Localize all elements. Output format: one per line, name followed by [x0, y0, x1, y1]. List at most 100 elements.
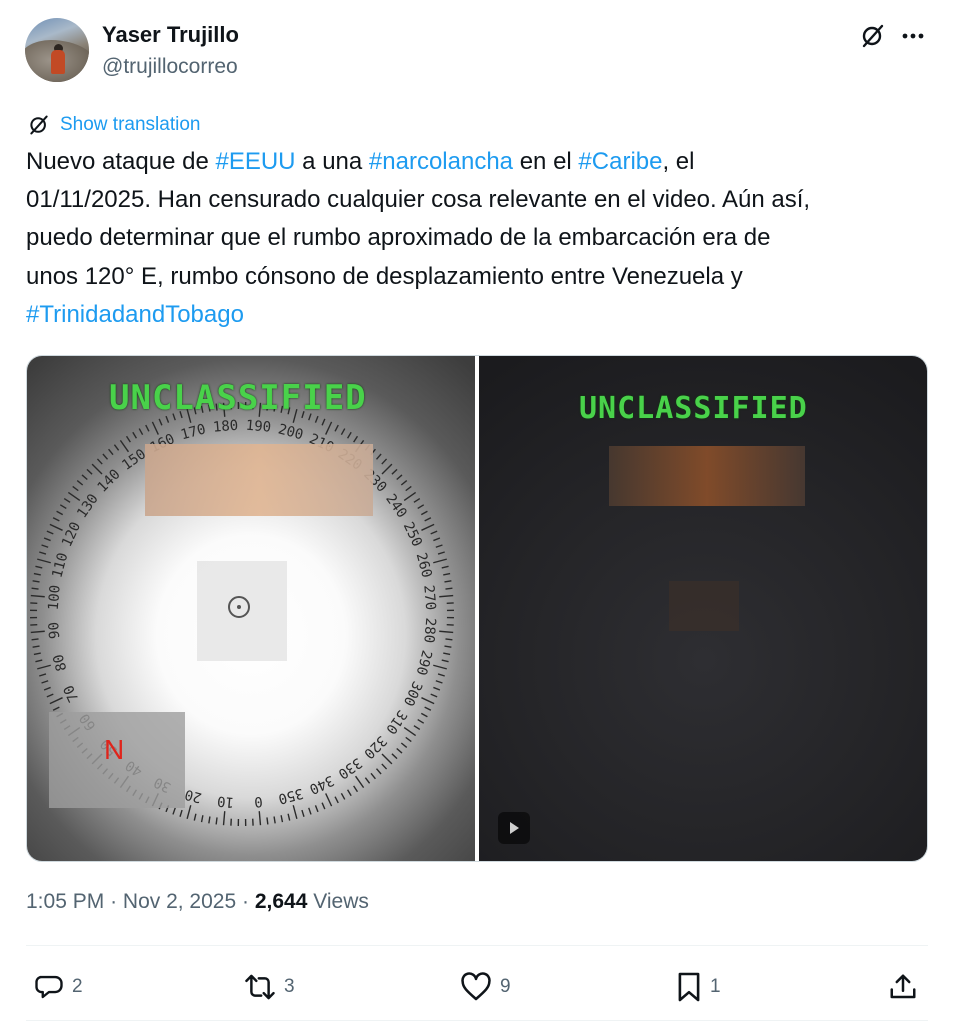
compass-label: 300: [400, 679, 425, 709]
compass-tick: [435, 680, 443, 684]
retweet-icon: [245, 974, 275, 1000]
tweet-date[interactable]: Nov 2, 2025: [123, 890, 236, 913]
bookmark-button[interactable]: 1: [676, 962, 721, 1012]
compass-tick: [76, 480, 84, 486]
compass-tick: [81, 474, 88, 481]
avatar[interactable]: [25, 18, 89, 82]
share-button[interactable]: [888, 962, 918, 1012]
author-handle[interactable]: @trujillocorreo: [102, 55, 238, 79]
compass-tick: [37, 664, 51, 670]
show-translation-button[interactable]: Show translation: [28, 112, 200, 138]
compass-tick: [433, 537, 441, 542]
translate-icon: [30, 115, 48, 135]
compass-tick: [41, 680, 49, 684]
tweet-text-segment: en el: [513, 148, 579, 175]
author-name[interactable]: Yaser Trujillo: [102, 22, 239, 48]
compass-tick: [86, 468, 93, 475]
hashtag-link[interactable]: #EEUU: [215, 148, 295, 175]
compass-tick: [364, 777, 371, 784]
compass-tick: [56, 510, 64, 516]
compass-tick: [340, 792, 346, 800]
compass-tick: [370, 772, 376, 780]
compass-tick: [33, 572, 41, 576]
reply-button[interactable]: 2: [34, 962, 83, 1012]
compass-label: 0: [253, 793, 263, 810]
compass-label: 290: [413, 648, 435, 677]
compass-tick: [287, 813, 291, 821]
compass-label: 80: [50, 652, 70, 672]
compass-tick: [32, 645, 40, 648]
compass-tick: [439, 630, 454, 634]
compass-tick: [441, 565, 449, 569]
compass-tick: [433, 558, 447, 564]
compass-label: 70: [61, 682, 83, 704]
compass-tick: [400, 480, 408, 486]
hashtag-link[interactable]: #narcolancha: [369, 148, 513, 175]
compass-tick: [273, 816, 276, 824]
compass-tick: [280, 815, 284, 823]
compass-tick: [445, 587, 453, 590]
compass-tick: [193, 813, 197, 821]
compass-tick: [433, 664, 447, 670]
compass-tick: [41, 544, 49, 548]
compass-tick: [353, 785, 359, 793]
compass-label: 20: [183, 786, 203, 806]
compass-tick: [396, 747, 403, 754]
compass-tick: [102, 453, 109, 460]
compass-tick: [49, 697, 63, 705]
redaction-top-right: [609, 446, 805, 506]
bookmark-icon: [678, 972, 700, 1002]
tweet-meta: 1:05 PM · Nov 2, 2025 · 2,644 Views: [26, 890, 369, 914]
more-icon[interactable]: [897, 20, 929, 52]
meta-separator: ·: [110, 890, 118, 913]
compass-tick: [403, 726, 417, 737]
compass-tick: [96, 458, 103, 465]
compass-tick: [67, 491, 81, 502]
compass-tick: [172, 807, 176, 815]
compass-label: 10: [217, 793, 235, 810]
media-grid[interactable]: 0102030405060708090100110120130140150160…: [26, 355, 928, 862]
unclassified-overlay-right: UNCLASSIFIED: [579, 391, 808, 426]
compass-label: 310: [382, 707, 410, 737]
compass-tick: [59, 504, 67, 510]
compass-tick: [424, 706, 432, 711]
repost-count: 3: [284, 976, 295, 997]
compass-tick: [46, 530, 54, 535]
compass-tick: [301, 809, 305, 817]
compass-tick: [435, 544, 443, 548]
views-label: Views: [313, 890, 369, 913]
tweet-header: Yaser Trujillo @trujillocorreo: [25, 18, 929, 88]
reply-icon: [35, 975, 63, 999]
compass-tick: [314, 805, 319, 813]
repost-button[interactable]: 3: [244, 962, 295, 1012]
compass-tick: [200, 815, 204, 823]
compass-tick: [222, 811, 226, 826]
compass-tick: [32, 580, 40, 583]
play-icon[interactable]: [498, 812, 530, 844]
compass-tick: [113, 444, 120, 451]
compass-tick: [375, 453, 382, 460]
compass-tick: [108, 448, 114, 456]
compass-tick: [215, 817, 218, 825]
hashtag-link[interactable]: #TrinidadandTobago: [26, 301, 244, 328]
compass-label: 240: [382, 491, 410, 521]
compass-tick: [292, 805, 298, 819]
compass-tick: [91, 463, 103, 475]
unclassified-overlay-left: UNCLASSIFIED: [109, 378, 367, 418]
video-frame-left[interactable]: 0102030405060708090100110120130140150160…: [27, 356, 475, 861]
grok-icon[interactable]: [857, 20, 889, 52]
video-frame-right[interactable]: UNCLASSIFIED: [479, 356, 927, 861]
compass-tick: [37, 558, 51, 564]
compass-tick: [52, 517, 60, 522]
compass-label: 250: [400, 520, 425, 550]
like-count: 9: [500, 976, 511, 997]
like-button[interactable]: 9: [460, 962, 511, 1012]
hashtag-link[interactable]: #Caribe: [578, 148, 662, 175]
compass-tick: [391, 468, 398, 475]
compass-tick: [400, 742, 408, 748]
compass-tick: [405, 736, 412, 743]
compass-tick: [186, 805, 192, 819]
tweet-time[interactable]: 1:05 PM: [26, 890, 104, 913]
compass-label: 100: [46, 584, 64, 611]
bookmark-count: 1: [710, 976, 721, 997]
